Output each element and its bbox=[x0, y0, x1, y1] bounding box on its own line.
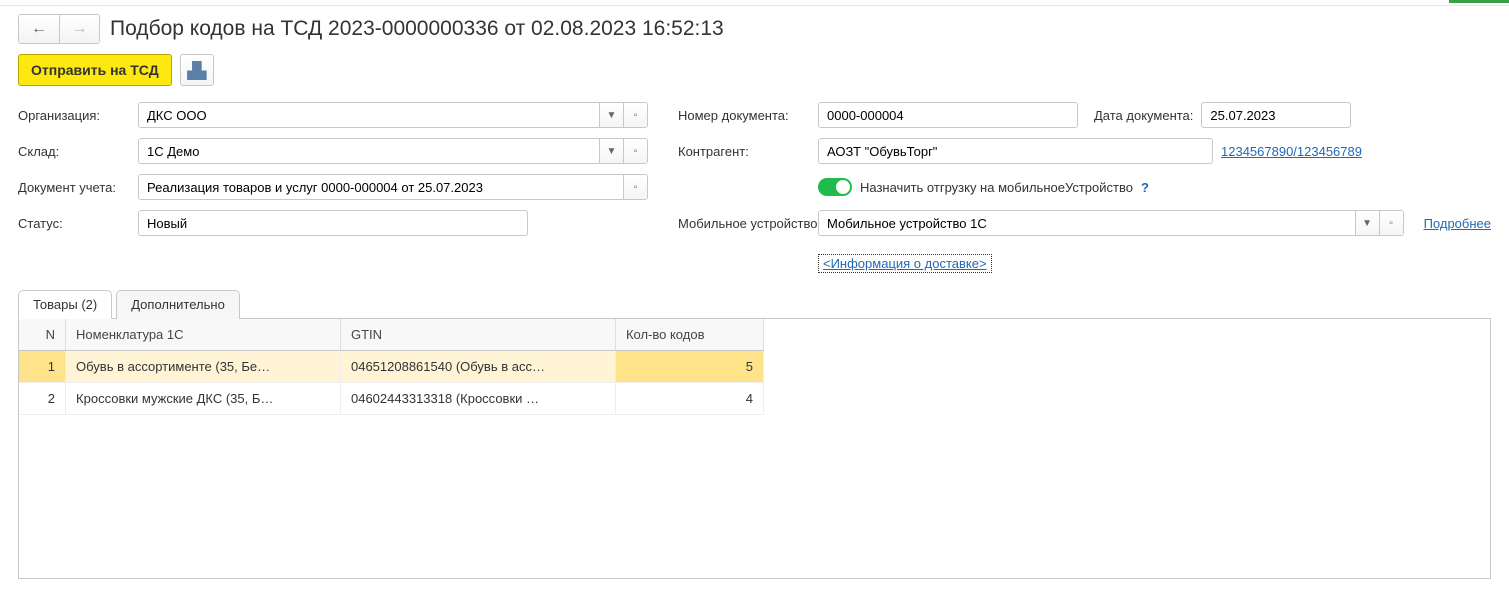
col-gtin[interactable]: GTIN bbox=[340, 319, 615, 351]
tab-goods[interactable]: Товары (2) bbox=[18, 290, 112, 319]
org-open-button[interactable]: ▫ bbox=[623, 103, 647, 127]
docnum-input-group bbox=[818, 102, 1078, 128]
delivery-info-link[interactable]: <Информация о доставке> bbox=[818, 254, 992, 273]
cell-nom: Обувь в ассортименте (35, Бе… bbox=[66, 351, 341, 383]
cell-qty: 5 bbox=[615, 351, 763, 383]
org-dropdown-button[interactable]: ▼ bbox=[599, 103, 623, 127]
assign-toggle[interactable] bbox=[818, 178, 852, 196]
open-icon: ▫ bbox=[634, 182, 638, 193]
docref-input-group: ▫ bbox=[138, 174, 648, 200]
link-icon: ▟▙ bbox=[187, 61, 206, 80]
col-qty[interactable]: Кол-во кодов bbox=[615, 319, 763, 351]
send-to-tsd-button[interactable]: Отправить на ТСД bbox=[18, 54, 172, 86]
cell-n: 2 bbox=[19, 383, 66, 415]
warehouse-label: Склад: bbox=[18, 144, 138, 159]
arrow-right-icon: → bbox=[72, 20, 88, 38]
partner-link[interactable]: 1234567890/123456789 bbox=[1221, 144, 1362, 159]
mobile-input[interactable] bbox=[819, 211, 1355, 235]
topbar-accent bbox=[1449, 0, 1509, 3]
partner-input[interactable] bbox=[819, 139, 1212, 163]
goods-table: N Номенклатура 1С GTIN Кол-во кодов 1 Об… bbox=[19, 319, 764, 415]
docdate-input-group: ▦ bbox=[1201, 102, 1351, 128]
partner-label: Контрагент: bbox=[678, 144, 818, 159]
mobile-label: Мобильное устройство: bbox=[678, 216, 818, 231]
cell-gtin: 04602443313318 (Кроссовки … bbox=[340, 383, 615, 415]
warehouse-input[interactable] bbox=[139, 139, 599, 163]
cell-qty: 4 bbox=[615, 383, 763, 415]
org-input[interactable] bbox=[139, 103, 599, 127]
chevron-down-icon: ▼ bbox=[607, 146, 617, 157]
open-icon: ▫ bbox=[634, 110, 638, 121]
docdate-input[interactable] bbox=[1202, 103, 1351, 127]
col-nomenclature[interactable]: Номенклатура 1С bbox=[66, 319, 341, 351]
nav-back-button[interactable]: ← bbox=[19, 15, 59, 43]
nav-buttons: ← → bbox=[18, 14, 100, 44]
docdate-label: Дата документа: bbox=[1094, 108, 1193, 123]
app-topbar bbox=[0, 0, 1509, 6]
cell-n: 1 bbox=[19, 351, 66, 383]
tab-additional[interactable]: Дополнительно bbox=[116, 290, 240, 319]
chevron-down-icon: ▼ bbox=[607, 110, 617, 121]
table-row[interactable]: 1 Обувь в ассортименте (35, Бе… 04651208… bbox=[19, 351, 764, 383]
connection-icon-button[interactable]: ▟▙ bbox=[180, 54, 214, 86]
tabs: Товары (2) Дополнительно bbox=[18, 289, 1491, 319]
arrow-left-icon: ← bbox=[31, 20, 47, 38]
cell-gtin: 04651208861540 (Обувь в асс… bbox=[340, 351, 615, 383]
chevron-down-icon: ▼ bbox=[1362, 218, 1372, 229]
warehouse-input-group: ▼ ▫ bbox=[138, 138, 648, 164]
docref-open-button[interactable]: ▫ bbox=[623, 175, 647, 199]
warehouse-dropdown-button[interactable]: ▼ bbox=[599, 139, 623, 163]
docref-input[interactable] bbox=[139, 175, 623, 199]
mobile-open-button[interactable]: ▫ bbox=[1379, 211, 1403, 235]
open-icon: ▫ bbox=[634, 146, 638, 157]
col-n[interactable]: N bbox=[19, 319, 66, 351]
cell-nom: Кроссовки мужские ДКС (35, Б… bbox=[66, 383, 341, 415]
docref-label: Документ учета: bbox=[18, 180, 138, 195]
table-row[interactable]: 2 Кроссовки мужские ДКС (35, Б… 04602443… bbox=[19, 383, 764, 415]
page-title: Подбор кодов на ТСД 2023-0000000336 от 0… bbox=[110, 17, 724, 41]
org-label: Организация: bbox=[18, 108, 138, 123]
status-input[interactable] bbox=[138, 210, 528, 236]
assign-label: Назначить отгрузку на мобильноеУстройств… bbox=[860, 180, 1133, 195]
mobile-input-group: ▼ ▫ bbox=[818, 210, 1404, 236]
docnum-label: Номер документа: bbox=[678, 108, 818, 123]
open-icon: ▫ bbox=[1389, 218, 1393, 229]
docnum-input[interactable] bbox=[819, 103, 1077, 127]
nav-forward-button[interactable]: → bbox=[59, 15, 99, 43]
org-input-group: ▼ ▫ bbox=[138, 102, 648, 128]
mobile-dropdown-button[interactable]: ▼ bbox=[1355, 211, 1379, 235]
partner-input-group bbox=[818, 138, 1213, 164]
status-label: Статус: bbox=[18, 216, 138, 231]
goods-table-wrap: N Номенклатура 1С GTIN Кол-во кодов 1 Об… bbox=[18, 319, 1491, 579]
help-icon[interactable]: ? bbox=[1141, 180, 1149, 195]
more-link[interactable]: Подробнее bbox=[1424, 216, 1491, 231]
warehouse-open-button[interactable]: ▫ bbox=[623, 139, 647, 163]
